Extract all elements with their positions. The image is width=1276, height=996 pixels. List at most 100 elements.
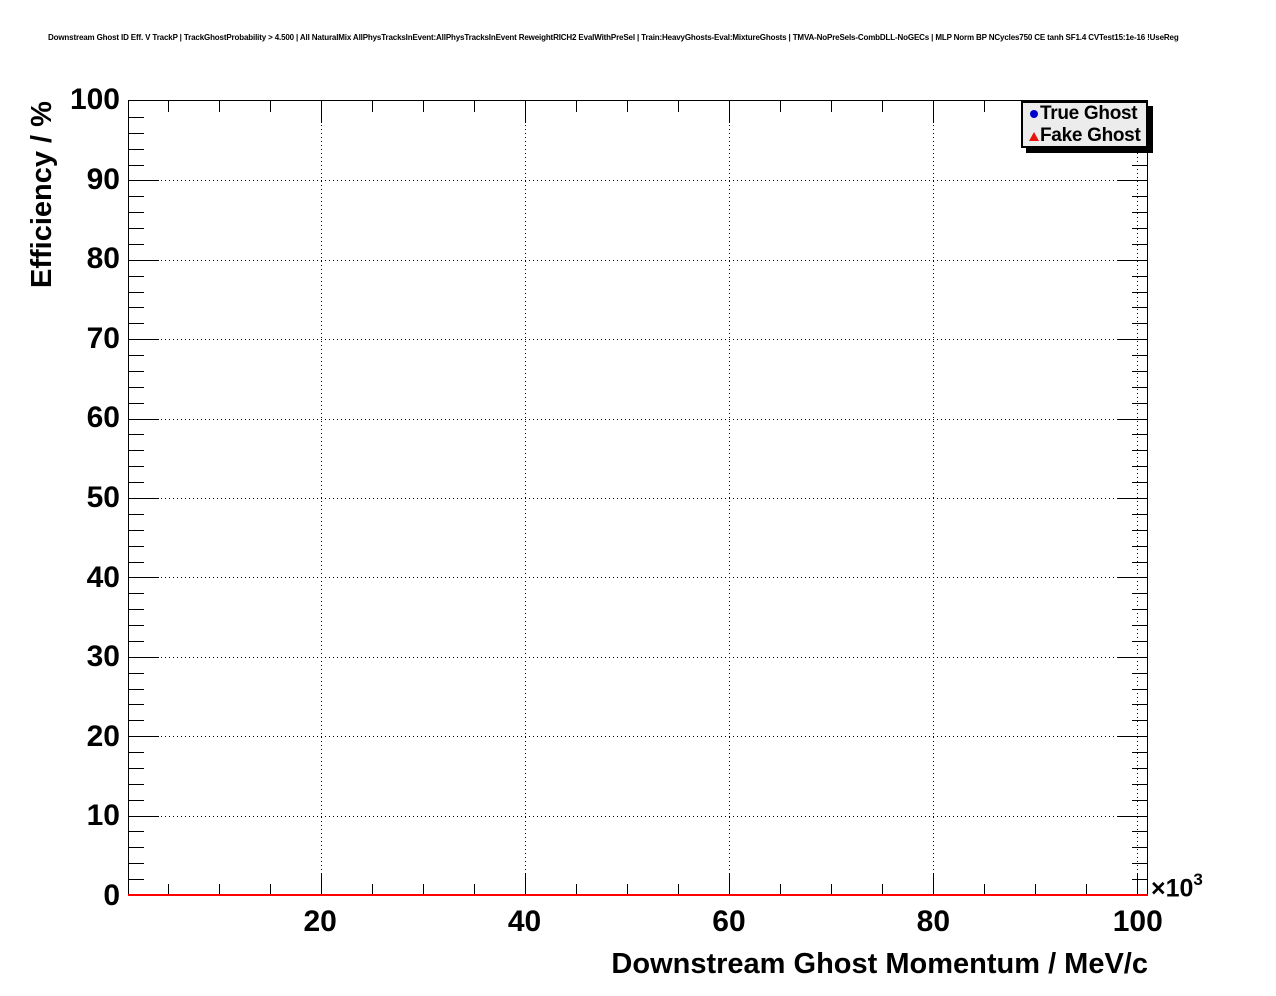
y-minor-tick [1132,640,1147,642]
y-minor-tick [129,720,144,722]
y-major-tick [129,656,159,658]
exponent-base: ×10 [1151,874,1194,903]
y-minor-tick [1132,593,1147,595]
x-major-tick [728,873,730,895]
y-minor-tick [1132,307,1147,309]
y-minor-tick [1132,466,1147,468]
x-minor-tick [422,101,424,112]
y-major-tick [129,339,159,341]
y-minor-tick [129,116,144,118]
y-minor-tick [1132,752,1147,754]
y-minor-tick [1132,513,1147,515]
y-minor-tick [1132,625,1147,627]
y-minor-tick [1132,545,1147,547]
y-minor-tick [1132,561,1147,563]
y-minor-tick [129,402,144,404]
y-tick-label: 10 [86,799,120,833]
x-major-tick [932,101,934,123]
y-gridline [129,180,1147,182]
y-tick-label: 80 [86,242,120,276]
y-minor-tick [129,545,144,547]
x-major-tick [320,101,322,123]
y-tick-label: 90 [86,162,120,196]
y-minor-tick [129,688,144,690]
x-minor-tick [779,101,781,112]
y-minor-tick [1132,450,1147,452]
y-minor-tick [1132,386,1147,388]
y-minor-tick [129,529,144,531]
legend-marker-wrap [1028,131,1040,141]
y-major-tick [1117,577,1147,579]
y-minor-tick [129,291,144,293]
y-major-tick [129,498,159,499]
y-minor-tick [1132,672,1147,674]
y-minor-tick [129,783,144,785]
y-major-tick [1117,339,1147,341]
y-major-tick [1117,736,1147,738]
y-tick-label: 40 [86,560,120,594]
y-minor-tick [129,228,144,230]
y-minor-tick [129,386,144,388]
y-tick-label: 30 [86,640,120,674]
y-minor-tick [129,307,144,309]
y-major-tick [129,736,159,738]
y-tick-label: 0 [103,879,120,912]
plot-title: Downstream Ghost ID Eff. V TrackP | Trac… [48,33,1179,42]
x-tick-label: 40 [507,905,542,938]
y-minor-tick [129,275,144,277]
y-minor-tick [129,672,144,674]
y-minor-tick [129,196,144,198]
y-major-tick [1117,180,1147,182]
y-minor-tick [1132,482,1147,484]
y-gridline [129,736,1147,738]
x-minor-tick [830,101,832,112]
y-minor-tick [1132,831,1147,833]
x-minor-tick [983,101,985,112]
y-minor-tick [1132,291,1147,293]
y-tick-label: 50 [86,481,120,514]
legend-label: True Ghost [1040,103,1138,124]
y-minor-tick [129,831,144,833]
y-gridline [129,498,1147,499]
y-minor-tick [129,625,144,627]
x-axis-title: Downstream Ghost Momentum / MeV/c [611,948,1148,980]
x-minor-tick [269,101,271,112]
y-gridline [129,418,1147,420]
y-gridline [129,815,1147,817]
y-minor-tick [1132,720,1147,722]
y-minor-tick [129,434,144,436]
y-tick-label: 60 [86,401,120,435]
x-tick-label: 80 [916,905,951,938]
legend: True Ghost Fake Ghost [1021,101,1148,148]
x-minor-tick [371,101,373,112]
y-minor-tick [129,164,144,166]
y-minor-tick [129,561,144,563]
y-minor-tick [1132,704,1147,706]
x-minor-tick [167,101,169,112]
y-minor-tick [129,370,144,372]
y-minor-tick [129,609,144,611]
y-minor-tick [1132,196,1147,198]
y-minor-tick [129,799,144,801]
y-minor-tick [129,450,144,452]
y-minor-tick [1132,243,1147,245]
y-major-tick [129,418,159,420]
x-axis-exponent-label: ×103 [1151,870,1203,903]
y-minor-tick [1132,767,1147,769]
root-canvas: Downstream Ghost ID Eff. V TrackP | Trac… [0,0,1276,996]
y-tick-label: 20 [86,719,120,753]
y-gridline [129,577,1147,579]
y-minor-tick [1132,355,1147,357]
y-minor-tick [1132,212,1147,214]
legend-marker-wrap [1028,110,1040,118]
y-minor-tick [1132,847,1147,849]
y-minor-tick [129,482,144,484]
x-minor-tick [677,101,679,112]
true-ghost-circle-icon [1030,110,1038,118]
y-minor-tick [1132,783,1147,785]
x-major-tick [728,101,730,123]
y-minor-tick [129,148,144,150]
y-major-tick [1117,815,1147,817]
y-major-tick [1117,498,1147,499]
y-minor-tick [1132,688,1147,690]
